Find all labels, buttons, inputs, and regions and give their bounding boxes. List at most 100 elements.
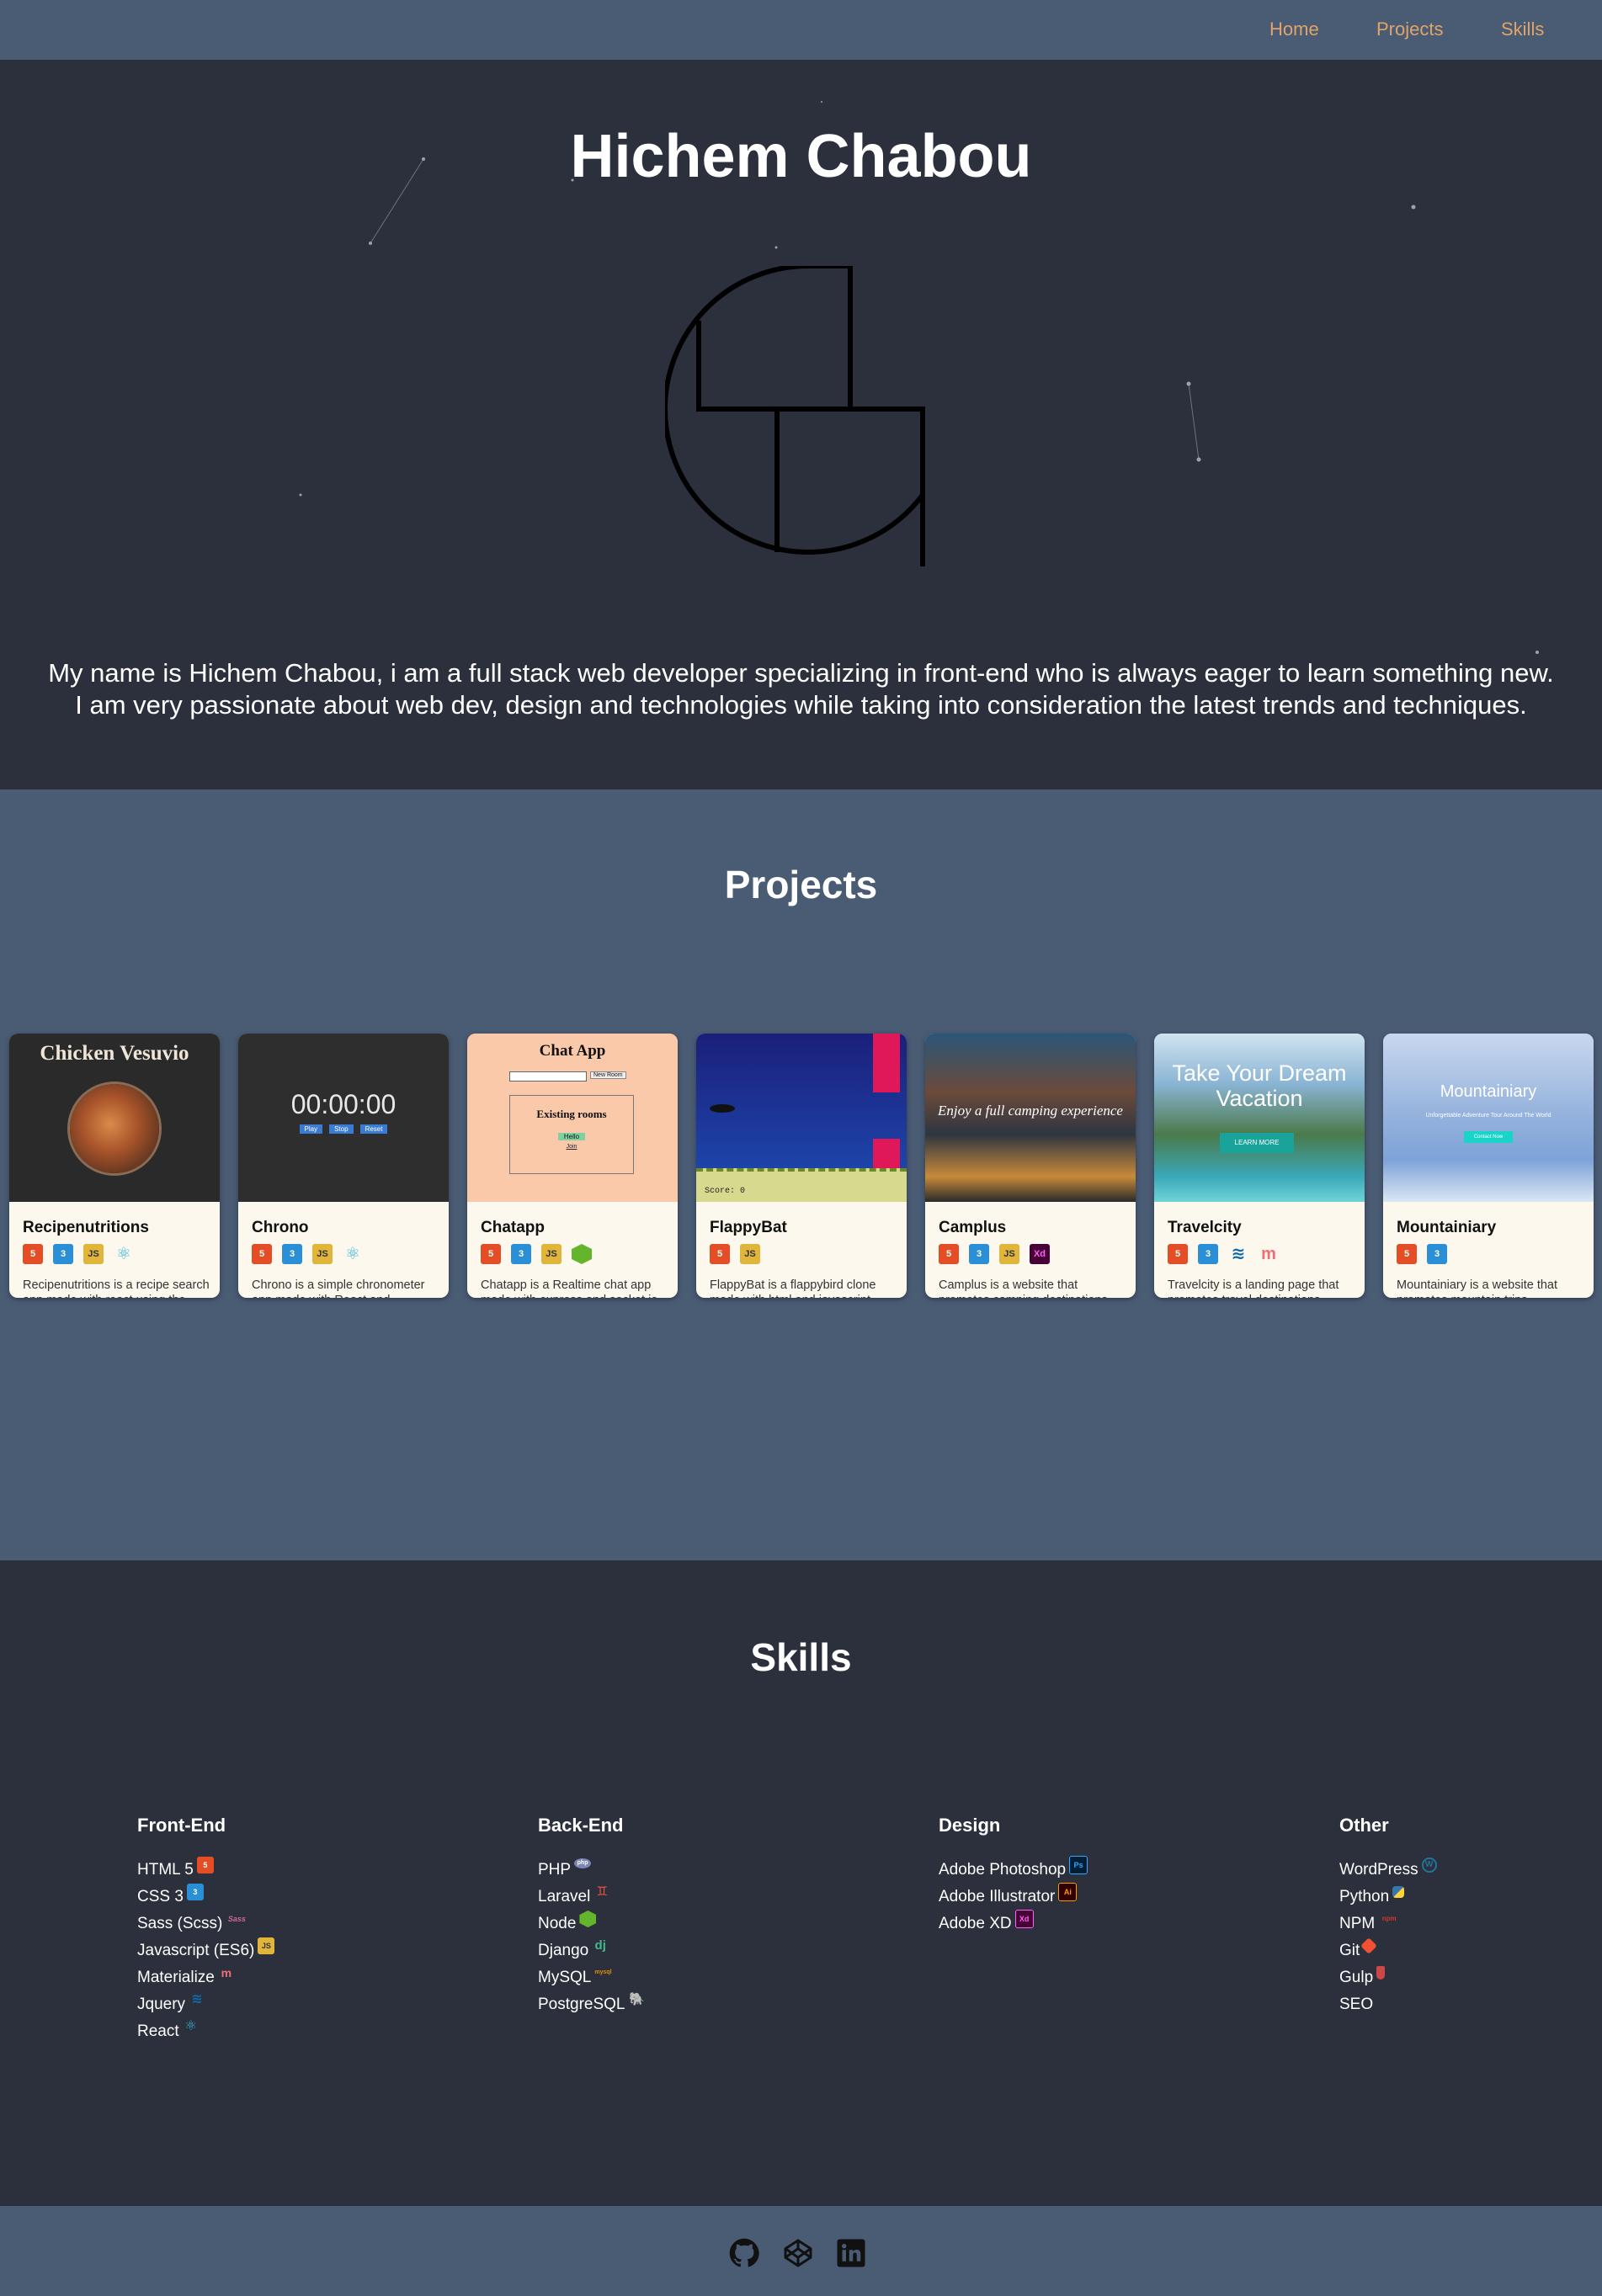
npm-icon: npm bbox=[1381, 1915, 1397, 1922]
materialize-icon: m bbox=[1261, 1245, 1276, 1263]
skill-label: HTML 5 bbox=[137, 1861, 194, 1879]
card-title: Recipenutritions bbox=[23, 1219, 149, 1236]
project-preview: Take Your Dream Vacation LEARN MORE bbox=[1154, 1034, 1365, 1202]
skill-item: WordPress W bbox=[1339, 1857, 1602, 1884]
html5-icon: 5 bbox=[23, 1244, 43, 1264]
react-icon: ⚛ bbox=[345, 1245, 360, 1263]
html5-icon: 5 bbox=[196, 1857, 214, 1873]
adobe-xd-icon: Xd bbox=[1030, 1244, 1050, 1264]
skill-item: SEO bbox=[1339, 1991, 1602, 2018]
css3-icon: 3 bbox=[186, 1884, 204, 1900]
skill-item: Node bbox=[538, 1911, 841, 1937]
skill-label: Materialize bbox=[137, 1969, 215, 1986]
skill-item: PHP php bbox=[538, 1857, 841, 1884]
nav-home-link[interactable]: Home bbox=[1269, 19, 1319, 40]
project-preview: Score: 0 bbox=[696, 1034, 907, 1202]
sass-icon: Sass bbox=[227, 1915, 246, 1923]
preview-heading: Take Your Dream Vacation bbox=[1172, 1060, 1347, 1111]
html5-icon: 5 bbox=[939, 1244, 959, 1264]
preview-score: Score: 0 bbox=[705, 1187, 746, 1196]
html5-icon: 5 bbox=[1168, 1244, 1188, 1264]
django-icon: dj bbox=[594, 1938, 606, 1953]
card-description: Chatapp is a Realtime chat app made with… bbox=[481, 1278, 657, 1298]
project-card-chatapp[interactable]: Chat App New Room Existing rooms Hello J… bbox=[467, 1034, 678, 1298]
skill-item: Gulp bbox=[1339, 1964, 1602, 1991]
skill-column-back-end: Back-End PHP php Laravel ♊ Node Django dj M… bbox=[538, 1815, 841, 2018]
preview-room-hello: Hello bbox=[558, 1133, 585, 1140]
preview-heading: Mountainiary bbox=[1440, 1082, 1537, 1101]
jquery-icon: ≋ bbox=[1231, 1245, 1246, 1263]
tech-icons: 5 3 ≋ m bbox=[1168, 1244, 1279, 1266]
codepen-icon[interactable] bbox=[783, 2238, 813, 2268]
skill-item: Laravel ♊ bbox=[538, 1884, 841, 1911]
css3-icon: 3 bbox=[511, 1244, 531, 1264]
skill-item: Jquery ≋ bbox=[137, 1991, 440, 2018]
project-preview: Chat App New Room Existing rooms Hello J… bbox=[467, 1034, 678, 1202]
skill-column-heading: Other bbox=[1339, 1815, 1389, 1836]
nav-skills-link[interactable]: Skills bbox=[1501, 19, 1544, 40]
skill-column-heading: Back-End bbox=[538, 1815, 624, 1836]
preview-new-room-button: New Room bbox=[590, 1071, 626, 1079]
mysql-icon: mysql bbox=[594, 1969, 612, 1975]
skill-label: PostgreSQL bbox=[538, 1996, 625, 2013]
bat-sprite bbox=[710, 1104, 735, 1113]
card-description: Chrono is a simple chronometer app made … bbox=[252, 1278, 425, 1298]
github-icon[interactable] bbox=[729, 2238, 759, 2268]
project-card-travelcity[interactable]: Take Your Dream Vacation LEARN MORE Trav… bbox=[1154, 1034, 1365, 1298]
linkedin-icon[interactable] bbox=[836, 2238, 866, 2268]
skill-item: Materialize m bbox=[137, 1964, 440, 1991]
project-card-recipenutritions[interactable]: Chicken Vesuvio Recipenutritions 5 3 JS … bbox=[9, 1034, 220, 1298]
gulp-icon bbox=[1376, 1966, 1386, 1980]
html5-icon: 5 bbox=[1397, 1244, 1417, 1264]
card-description: FlappyBat is a flappybird clone made wit… bbox=[710, 1278, 876, 1298]
projects-title: Projects bbox=[724, 863, 878, 906]
javascript-icon: JS bbox=[541, 1244, 561, 1264]
project-card-flappybat[interactable]: Score: 0 FlappyBat 5 JS FlappyBat is a f… bbox=[696, 1034, 907, 1298]
intro-line-2: I am very passionate about web dev, desi… bbox=[75, 690, 1527, 720]
css3-icon: 3 bbox=[53, 1244, 73, 1264]
skill-label: Sass (Scss) bbox=[137, 1915, 223, 1932]
skill-label: Adobe Photoshop bbox=[939, 1861, 1067, 1879]
preview-contact-button: Contact Now bbox=[1464, 1131, 1513, 1143]
preview-heading: Chat App bbox=[539, 1042, 606, 1060]
preview-heading: Chicken Vesuvio bbox=[40, 1042, 189, 1065]
ground bbox=[696, 1168, 907, 1202]
project-card-chrono[interactable]: 00:00:00 Play Stop Reset Chrono 5 3 JS ⚛… bbox=[238, 1034, 449, 1298]
nodejs-icon bbox=[579, 1911, 597, 1927]
card-description: Recipenutritions is a recipe search app … bbox=[23, 1278, 210, 1298]
jquery-icon: ≋ bbox=[191, 1992, 203, 2006]
preview-subtitle: Unforgettable Adventure Tour Around The … bbox=[1425, 1113, 1551, 1119]
skill-item: PostgreSQL 🐘 bbox=[538, 1991, 841, 2018]
laravel-icon: ♊ bbox=[596, 1884, 609, 1899]
skill-label: SEO bbox=[1339, 1996, 1374, 2013]
skill-item: Adobe Illustrator Ai bbox=[939, 1883, 1242, 1911]
skill-item: Javascript (ES6) JS bbox=[137, 1937, 440, 1964]
skill-label: Jquery bbox=[137, 1996, 186, 2013]
preview-timer: 00:00:00 bbox=[290, 1089, 397, 1119]
project-card-camplus[interactable]: Enjoy a full camping experience Camplus … bbox=[925, 1034, 1136, 1298]
javascript-icon: JS bbox=[312, 1244, 333, 1264]
projects-section: Projects Chicken Vesuvio Recipenutrition… bbox=[0, 789, 1602, 1560]
skill-label: PHP bbox=[538, 1861, 572, 1879]
skill-column-heading: Design bbox=[939, 1815, 1001, 1836]
card-title: Chatapp bbox=[481, 1219, 545, 1236]
wordpress-icon: W bbox=[1421, 1858, 1437, 1873]
project-preview: 00:00:00 Play Stop Reset bbox=[238, 1034, 449, 1202]
card-title: FlappyBat bbox=[710, 1219, 787, 1236]
intro-line-1: My name is Hichem Chabou, i am a full st… bbox=[48, 658, 1554, 688]
html5-icon: 5 bbox=[710, 1244, 730, 1264]
tech-icons: 5 3 bbox=[1397, 1244, 1447, 1266]
hc-logo-icon bbox=[665, 266, 925, 566]
javascript-icon: JS bbox=[258, 1937, 275, 1954]
tech-icons: 5 3 JS Xd bbox=[939, 1244, 1050, 1266]
nav-projects-link[interactable]: Projects bbox=[1376, 19, 1443, 40]
skill-label: CSS 3 bbox=[137, 1888, 184, 1905]
html5-icon: 5 bbox=[252, 1244, 272, 1264]
photoshop-icon: Ps bbox=[1069, 1856, 1088, 1874]
javascript-icon: JS bbox=[999, 1244, 1019, 1264]
top-navbar: Home Projects Skills bbox=[0, 0, 1602, 60]
tech-icons: 5 3 JS ⚛ bbox=[23, 1244, 134, 1266]
skill-label: Gulp bbox=[1339, 1969, 1374, 1986]
page-title: Hichem Chabou bbox=[570, 123, 1032, 190]
project-card-mountainiary[interactable]: Mountainiary Unforgettable Adventure Tou… bbox=[1383, 1034, 1594, 1298]
